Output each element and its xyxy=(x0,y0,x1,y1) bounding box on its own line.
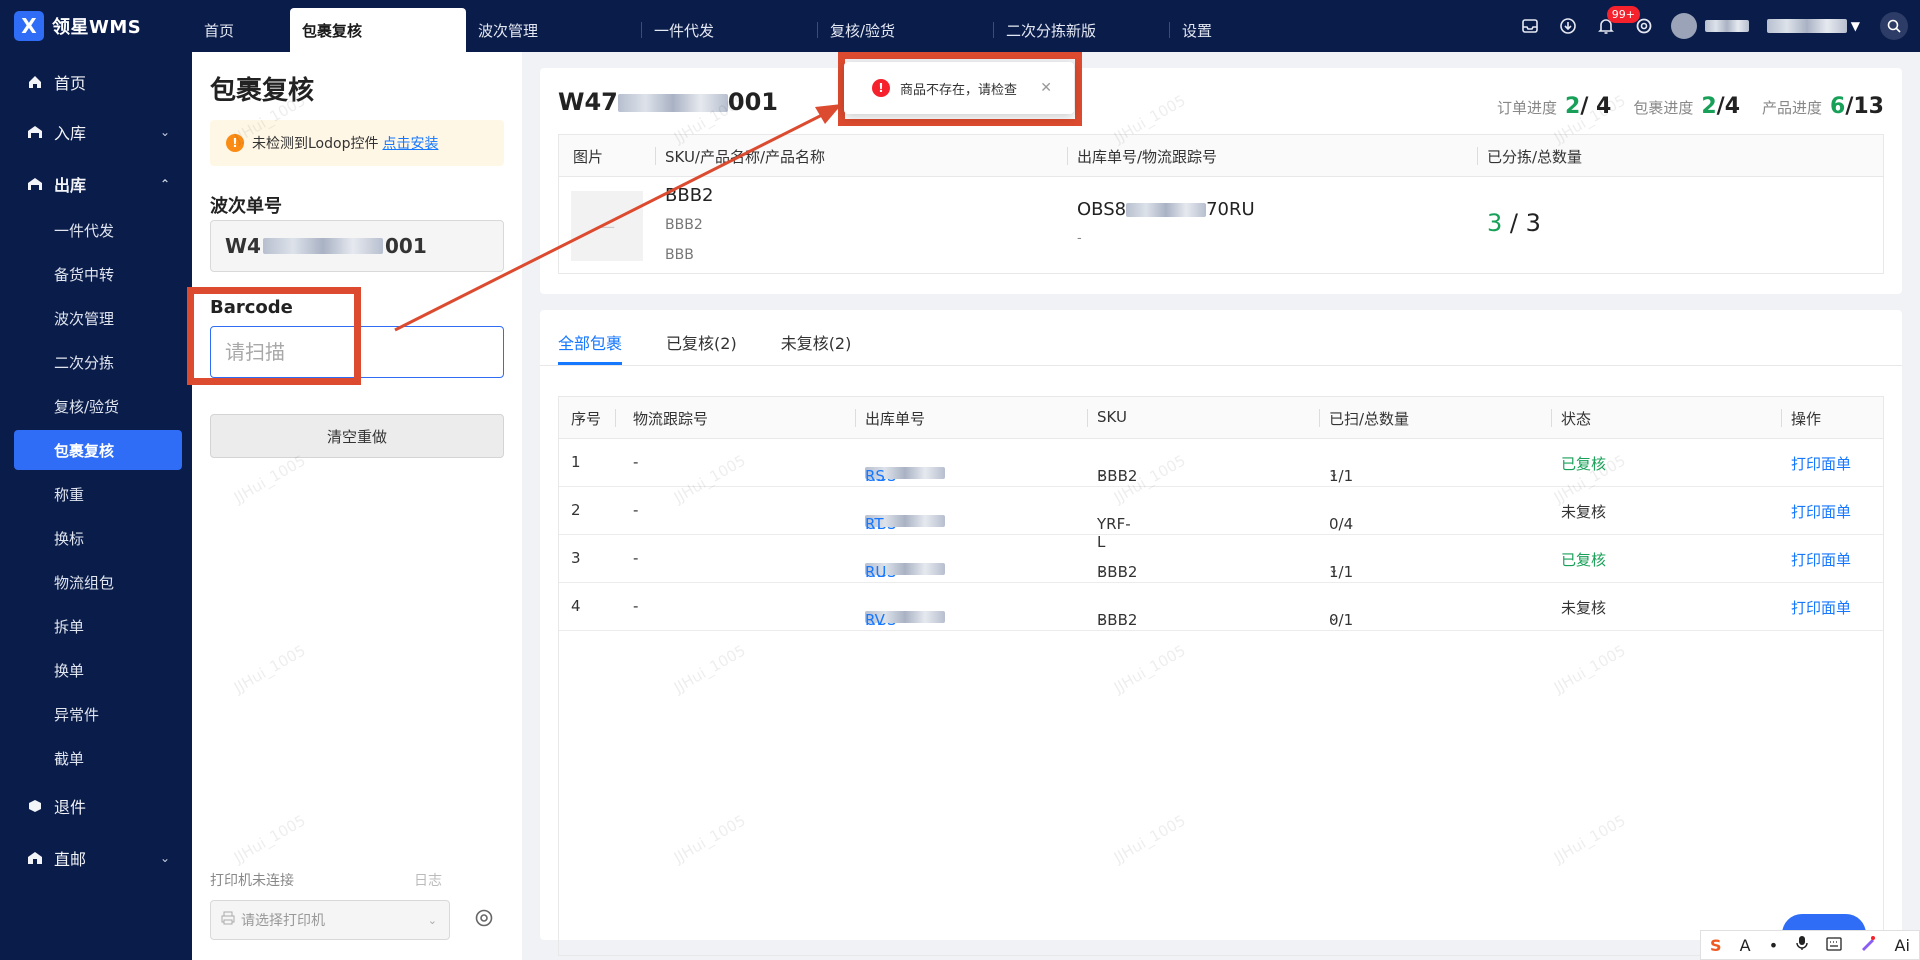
ime-logo[interactable]: S xyxy=(1710,936,1722,955)
error-toast: ! 商品不存在，请检查 ✕ xyxy=(844,62,1074,114)
mic-icon[interactable] xyxy=(1796,935,1808,955)
ime-toolbar: S A • Ai xyxy=(1700,930,1920,960)
annotation-arrow xyxy=(394,104,842,332)
ime-mode-button[interactable]: A xyxy=(1740,936,1751,955)
ime-punctuation-button[interactable]: • xyxy=(1769,936,1778,955)
ime-ai-button[interactable]: Ai xyxy=(1895,936,1910,955)
error-icon: ! xyxy=(872,79,890,97)
keyboard-icon[interactable] xyxy=(1826,936,1842,955)
toast-message: 商品不存在，请检查 xyxy=(900,82,1018,98)
skin-icon[interactable] xyxy=(1860,935,1876,955)
close-icon[interactable]: ✕ xyxy=(1040,80,1052,96)
